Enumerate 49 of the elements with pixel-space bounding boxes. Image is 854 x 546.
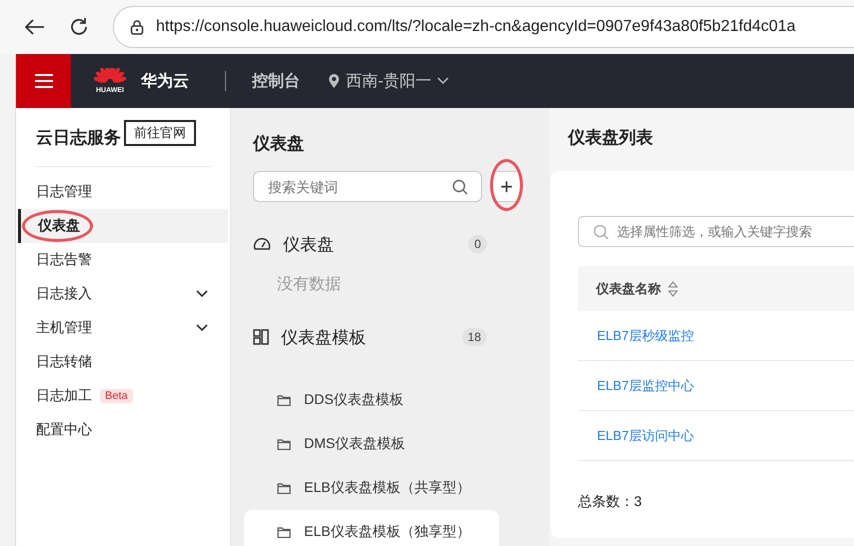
sidebar-item[interactable]: 日志加工 Beta [16, 379, 228, 413]
reload-icon [69, 17, 89, 37]
sidebar-item[interactable]: 配置中心 [16, 413, 228, 447]
sidebar-item[interactable]: 日志管理 [16, 175, 228, 209]
column-header[interactable]: 仪表盘名称 [596, 280, 679, 298]
lock-icon [130, 19, 144, 35]
add-button[interactable]: + [492, 171, 520, 202]
grid-layout-icon [253, 329, 269, 345]
total-count: 总条数：3 [578, 493, 643, 511]
search-icon [452, 179, 468, 195]
panel-title: 仪表盘 [253, 133, 305, 155]
dashboard-link[interactable]: ELB7层秒级监控 [597, 326, 694, 344]
address-bar[interactable]: https://console.huaweicloud.com/lts/?locale=zh-cn&agencyId=0907e9f43a80f5b21fd4c01a [113, 6, 854, 48]
sidebar-item[interactable]: 日志告警 [16, 243, 228, 277]
region-selector[interactable]: 西南-贵阳一 [328, 70, 450, 92]
menu-button[interactable] [16, 54, 71, 108]
panel-title: 仪表盘列表 [566, 127, 654, 149]
dashboard-link[interactable]: ELB7层访问中心 [597, 426, 694, 444]
folder-icon [277, 526, 291, 538]
gauge-icon [253, 235, 271, 253]
folder-icon [277, 394, 291, 406]
filter-field[interactable]: 选择属性筛选，或输入关键字搜索 [578, 216, 854, 247]
chevron-down-icon [437, 77, 450, 85]
tree-item[interactable]: ELB仪表盘模板（独享型） [244, 510, 499, 546]
location-pin-icon [328, 73, 340, 89]
tree-group[interactable]: 仪表盘 0 [253, 229, 487, 259]
sidebar-item[interactable]: 日志转储 [16, 345, 228, 379]
folder-icon [277, 482, 291, 494]
sidebar-item[interactable]: 仪表盘 [18, 209, 228, 243]
url-text: https://console.huaweicloud.com/lts/?locale=zh-cn&agencyId=0907e9f43a80f5b21fd4c01a [156, 18, 796, 36]
sidebar-item[interactable]: 主机管理 [16, 311, 228, 345]
menu-icon [34, 73, 54, 89]
sidebar-title: 云日志服务 [36, 126, 121, 148]
dashboard-link[interactable]: ELB7层监控中心 [597, 376, 694, 394]
empty-message: 没有数据 [277, 275, 342, 295]
tree-item[interactable]: ELB仪表盘模板（共享型） [244, 466, 499, 510]
tooltip: 前往官网 [124, 120, 196, 146]
count-badge: 0 [468, 235, 487, 253]
tree-group[interactable]: 仪表盘模板 18 [253, 322, 487, 352]
beta-badge: Beta [100, 389, 133, 403]
sidebar-item[interactable]: 日志接入 [16, 277, 228, 311]
count-badge: 18 [462, 328, 487, 346]
tree-item[interactable]: DMS仪表盘模板 [244, 422, 499, 466]
tree-item[interactable]: DDS仪表盘模板 [244, 378, 499, 422]
back-icon [25, 19, 45, 35]
folder-icon [277, 438, 291, 450]
brand-name: 华为云 [141, 72, 189, 92]
search-field[interactable]: 搜索关键词 [253, 171, 482, 202]
console-link[interactable]: 控制台 [252, 70, 300, 92]
